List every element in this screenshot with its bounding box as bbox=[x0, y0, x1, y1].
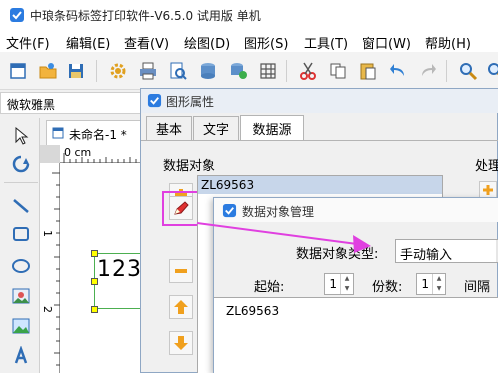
data-type-value: 手动输入 bbox=[400, 248, 453, 263]
copies-value: 1 bbox=[421, 277, 429, 291]
menu-tools[interactable]: 工具(T) bbox=[304, 33, 348, 52]
paste-icon[interactable] bbox=[356, 59, 380, 83]
resize-handle[interactable] bbox=[91, 250, 98, 257]
window-title: 中琅条码标签打印软件-V6.5.0 试用版 单机 bbox=[30, 9, 261, 23]
toolbar-separator bbox=[446, 60, 447, 82]
palette-separator bbox=[4, 182, 38, 183]
text-tool-icon[interactable] bbox=[9, 344, 33, 368]
select-pointer-icon[interactable] bbox=[9, 124, 33, 148]
title-bar: 中琅条码标签打印软件-V6.5.0 试用版 单机 bbox=[0, 0, 498, 30]
app-window: 中琅条码标签打印软件-V6.5.0 试用版 单机 文件(F) 编辑(E) 查看(… bbox=[0, 0, 498, 373]
spinner-buttons[interactable]: ▲ ▼ bbox=[340, 274, 353, 294]
document-icon bbox=[52, 127, 64, 139]
start-value: 1 bbox=[329, 277, 337, 291]
menu-view[interactable]: 查看(V) bbox=[124, 33, 169, 52]
cut-icon[interactable] bbox=[296, 59, 320, 83]
dialog-title-bar: 图形属性 bbox=[141, 89, 498, 113]
copies-spinner[interactable]: 1 ▲ ▼ bbox=[416, 273, 446, 295]
list-item[interactable]: ZL69563 bbox=[198, 176, 442, 194]
list-item-label: ZL69563 bbox=[201, 178, 255, 192]
redo-icon[interactable] bbox=[416, 59, 440, 83]
settings-gear-icon[interactable] bbox=[106, 59, 130, 83]
spinner-buttons[interactable]: ▲ ▼ bbox=[432, 274, 445, 294]
content-text: ZL69563 bbox=[226, 304, 280, 318]
tab-underline bbox=[141, 140, 498, 141]
spinner-down-icon[interactable]: ▼ bbox=[341, 284, 353, 294]
processing-section-label: 处理 bbox=[475, 159, 498, 174]
print-preview-icon[interactable] bbox=[166, 59, 190, 83]
database-icon[interactable] bbox=[196, 59, 220, 83]
toolbar-separator bbox=[96, 60, 97, 82]
edit-data-button[interactable] bbox=[169, 196, 193, 220]
vertical-ruler: 1 2 bbox=[40, 163, 60, 373]
font-family-select[interactable]: 微软雅黑 bbox=[0, 92, 142, 114]
minus-icon bbox=[175, 269, 187, 273]
open-icon[interactable] bbox=[36, 59, 60, 83]
annotation-arrow bbox=[196, 222, 371, 253]
dialog-title: 数据对象管理 bbox=[242, 205, 315, 219]
rotate-icon[interactable] bbox=[9, 152, 33, 176]
picture-tool-icon[interactable] bbox=[9, 314, 33, 338]
spinner-up-icon[interactable]: ▲ bbox=[433, 274, 445, 284]
edit-pencil-icon bbox=[174, 201, 189, 215]
menu-bar: 文件(F) 编辑(E) 查看(V) 绘图(D) 图形(S) 工具(T) 窗口(W… bbox=[0, 30, 498, 52]
move-down-button[interactable] bbox=[169, 331, 193, 355]
data-object-section-label: 数据对象 bbox=[163, 159, 216, 174]
rectangle-tool-icon[interactable] bbox=[9, 222, 33, 246]
interval-label: 间隔 bbox=[464, 280, 491, 295]
start-spinner[interactable]: 1 ▲ ▼ bbox=[324, 273, 354, 295]
menu-window[interactable]: 窗口(W) bbox=[362, 33, 411, 52]
resize-handle[interactable] bbox=[91, 306, 98, 313]
ruler-left-label-1: 1 bbox=[41, 230, 54, 237]
dialog-title: 图形属性 bbox=[166, 95, 215, 109]
menu-shape[interactable]: 图形(S) bbox=[244, 33, 288, 52]
menu-draw[interactable]: 绘图(D) bbox=[184, 33, 230, 52]
start-label: 起始: bbox=[254, 280, 285, 295]
grid-icon[interactable] bbox=[256, 59, 280, 83]
save-icon[interactable] bbox=[64, 59, 88, 83]
ruler-left-label-2: 2 bbox=[41, 306, 54, 313]
menu-help[interactable]: 帮助(H) bbox=[425, 33, 471, 52]
dialog-title-bar: 数据对象管理 bbox=[214, 198, 498, 222]
plus-icon bbox=[483, 185, 493, 195]
dialog-app-icon bbox=[147, 93, 162, 108]
ellipse-tool-icon[interactable] bbox=[9, 254, 33, 278]
content-textarea[interactable]: ZL69563 bbox=[214, 297, 498, 373]
move-up-button[interactable] bbox=[169, 295, 193, 319]
undo-icon[interactable] bbox=[386, 59, 410, 83]
tab-data-source[interactable]: 数据源 bbox=[240, 115, 304, 141]
arrow-up-icon bbox=[174, 300, 188, 314]
zoom-out-icon[interactable] bbox=[484, 59, 498, 83]
font-family-value: 微软雅黑 bbox=[7, 98, 56, 112]
arrow-down-icon bbox=[174, 336, 188, 350]
horizontal-ruler: 0 cm bbox=[60, 145, 144, 163]
dialog-app-icon bbox=[222, 203, 237, 218]
image-tool-icon[interactable] bbox=[9, 284, 33, 308]
app-logo-icon bbox=[9, 7, 25, 23]
print-icon[interactable] bbox=[136, 59, 160, 83]
copy-icon[interactable] bbox=[326, 59, 350, 83]
zoom-in-icon[interactable] bbox=[456, 59, 480, 83]
toolbar-separator bbox=[286, 60, 287, 82]
spinner-down-icon[interactable]: ▼ bbox=[433, 284, 445, 294]
tab-text[interactable]: 文字 bbox=[193, 116, 239, 140]
line-tool-icon[interactable] bbox=[9, 194, 33, 218]
menu-file[interactable]: 文件(F) bbox=[6, 33, 50, 52]
spinner-up-icon[interactable]: ▲ bbox=[341, 274, 353, 284]
document-tab[interactable]: 未命名-1 * bbox=[46, 120, 144, 145]
ruler-unit-label: 0 cm bbox=[64, 146, 92, 159]
delete-data-button[interactable] bbox=[169, 259, 193, 283]
document-tab-label: 未命名-1 * bbox=[69, 128, 127, 142]
copies-label: 份数: bbox=[372, 280, 403, 295]
menu-edit[interactable]: 编辑(E) bbox=[66, 33, 110, 52]
data-type-select[interactable]: 手动输入 bbox=[395, 239, 498, 263]
database-settings-icon[interactable] bbox=[226, 59, 250, 83]
new-icon[interactable] bbox=[6, 59, 30, 83]
tab-basic[interactable]: 基本 bbox=[146, 116, 192, 140]
